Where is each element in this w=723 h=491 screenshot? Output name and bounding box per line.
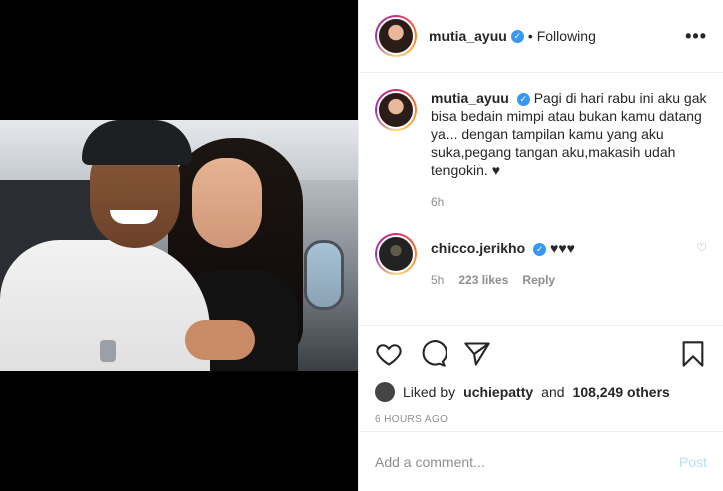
verified-icon: ✓ xyxy=(533,242,547,256)
caption-text-block: mutia_ayuu ✓ Pagi di hari rabu ini aku ga… xyxy=(431,89,707,211)
more-options-icon[interactable]: ••• xyxy=(685,26,707,47)
avatar[interactable] xyxy=(375,15,417,57)
comments-section: mutia_ayuu ✓ Pagi di hari rabu ini aku ga… xyxy=(359,73,723,325)
comment-like-icon[interactable]: ♡ xyxy=(696,239,707,257)
likes-and: and xyxy=(541,384,565,400)
comment-avatar[interactable] xyxy=(375,233,417,275)
wristwatch xyxy=(100,340,116,362)
hands xyxy=(185,320,255,360)
caption-meta: 6h xyxy=(431,193,707,211)
post-media[interactable] xyxy=(0,0,358,491)
separator-dot: • xyxy=(527,28,533,44)
comment-meta: 5h 223 likes Reply xyxy=(431,271,707,289)
caption-avatar[interactable] xyxy=(375,89,417,131)
avatar-image xyxy=(377,17,415,55)
airplane-window xyxy=(304,240,344,310)
post-header: mutia_ayuu ✓ • Following ••• xyxy=(359,0,723,73)
comment-text-block: chicco.jerikho ✓ ♥♥♥ ♡ 5h 223 likes Reply xyxy=(431,233,707,289)
comment-time[interactable]: 5h xyxy=(431,271,444,289)
caption-avatar-image xyxy=(377,91,415,129)
post-sidebar: mutia_ayuu ✓ • Following ••• mutia_ayuu ✓… xyxy=(358,0,723,491)
liked-by-prefix: Liked by xyxy=(403,384,456,400)
comment-row: chicco.jerikho ✓ ♥♥♥ ♡ xyxy=(431,233,707,257)
comment-text: ♥♥♥ xyxy=(550,240,575,256)
man-cap xyxy=(82,120,192,165)
post-button[interactable]: Post xyxy=(679,454,707,470)
comment-icon[interactable] xyxy=(419,340,447,368)
action-icons xyxy=(375,338,707,370)
woman-face xyxy=(192,158,262,248)
reply-button[interactable]: Reply xyxy=(522,271,555,289)
caption-time[interactable]: 6h xyxy=(431,193,444,211)
add-comment-bar: Post xyxy=(359,431,723,491)
comment-username[interactable]: chicco.jerikho xyxy=(431,240,525,256)
header-username[interactable]: mutia_ayuu xyxy=(429,28,507,44)
man-smile xyxy=(110,210,158,224)
caption: mutia_ayuu ✓ Pagi di hari rabu ini aku ga… xyxy=(375,89,707,233)
likes-line: Liked by uchiepatty and 108,249 others xyxy=(375,382,707,402)
comment-likes[interactable]: 223 likes xyxy=(458,271,508,289)
post-timestamp[interactable]: 6 HOURS AGO xyxy=(375,414,707,425)
heart-icon[interactable] xyxy=(375,340,403,368)
likes-others[interactable]: 108,249 others xyxy=(573,384,670,400)
comment-avatar-image xyxy=(377,235,415,273)
bookmark-icon[interactable] xyxy=(679,340,707,368)
post-photo[interactable] xyxy=(0,120,358,371)
share-icon[interactable] xyxy=(463,340,491,368)
comment-item: chicco.jerikho ✓ ♥♥♥ ♡ 5h 223 likes Reply xyxy=(375,233,707,289)
liker-username[interactable]: uchiepatty xyxy=(463,384,533,400)
instagram-post: mutia_ayuu ✓ • Following ••• mutia_ayuu ✓… xyxy=(0,0,723,491)
liker-avatar[interactable] xyxy=(375,382,395,402)
verified-icon: ✓ xyxy=(516,92,530,106)
following-button[interactable]: Following xyxy=(537,28,596,44)
comment-body: chicco.jerikho ✓ ♥♥♥ xyxy=(431,233,688,257)
comment-input[interactable] xyxy=(375,453,679,470)
caption-username[interactable]: mutia_ayuu xyxy=(431,90,509,106)
header-info: mutia_ayuu ✓ • Following xyxy=(429,28,596,44)
verified-icon: ✓ xyxy=(510,29,524,43)
